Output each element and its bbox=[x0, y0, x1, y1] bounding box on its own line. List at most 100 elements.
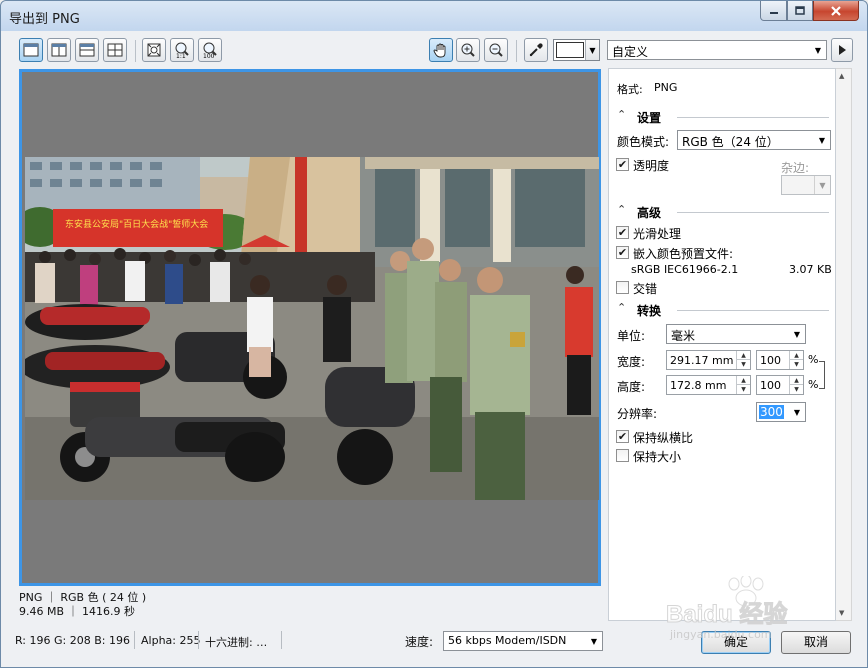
eyedropper-button[interactable] bbox=[524, 38, 548, 62]
preview-info-size: 9.46 MB ｜ 1416.9 秒 bbox=[19, 605, 136, 618]
spin-down-icon[interactable]: ▼ bbox=[789, 360, 803, 369]
speed-dropdown[interactable]: 56 kbps Modem/ISDN ▼ bbox=[443, 631, 603, 651]
single-view-button[interactable] bbox=[19, 38, 43, 62]
width-percent-input[interactable]: 100 ▲ ▼ bbox=[756, 350, 804, 370]
rgb-readout: R: 196 G: 208 B: 196 bbox=[15, 634, 130, 647]
keep-aspect-checkbox[interactable]: ✔ bbox=[616, 430, 629, 443]
settings-scrollbar[interactable]: ▲ ▼ bbox=[836, 68, 852, 621]
width-input[interactable]: 291.17 mm ▲ ▼ bbox=[666, 350, 751, 370]
split-horizontal-view-button[interactable] bbox=[75, 38, 99, 62]
toolbar-separator bbox=[516, 40, 517, 62]
scroll-up-icon[interactable]: ▲ bbox=[839, 72, 844, 80]
spin-up-icon[interactable]: ▲ bbox=[789, 351, 803, 360]
maximize-icon bbox=[795, 6, 805, 15]
unit-dropdown[interactable]: 毫米 ▼ bbox=[666, 324, 806, 344]
maximize-button[interactable] bbox=[787, 1, 813, 21]
split-horizontal-icon bbox=[79, 43, 95, 57]
zoom-fit-icon bbox=[147, 43, 161, 57]
width-label: 宽度: bbox=[617, 355, 646, 369]
spin-down-icon[interactable]: ▼ bbox=[789, 385, 803, 394]
color-swatch bbox=[556, 42, 584, 58]
chevron-down-icon: ▼ bbox=[814, 45, 822, 55]
close-icon bbox=[831, 5, 841, 16]
matte-label: 杂边: bbox=[781, 161, 810, 175]
zoom-in-button[interactable] bbox=[456, 38, 480, 62]
split-vertical-icon bbox=[51, 43, 67, 57]
width-percent-value: 100 bbox=[760, 354, 781, 367]
chevron-down-icon: ▼ bbox=[585, 40, 599, 60]
advanced-section-header[interactable]: ⌃ 高级 bbox=[617, 203, 829, 220]
unit-value: 毫米 bbox=[671, 329, 696, 343]
photo-scene: 东安县公安局"百日大会战"誓师大会 bbox=[25, 157, 599, 500]
matte-color-dropdown[interactable]: ▼ bbox=[781, 175, 831, 195]
height-percent-input[interactable]: 100 ▲ ▼ bbox=[756, 375, 804, 395]
scroll-down-icon[interactable]: ▼ bbox=[839, 609, 844, 617]
zoom-out-button[interactable] bbox=[484, 38, 508, 62]
cancel-button[interactable]: 取消 bbox=[781, 631, 851, 654]
title-bar[interactable]: 导出到 PNG bbox=[1, 1, 867, 31]
speed-label: 速度: bbox=[405, 635, 434, 649]
chevron-down-icon: ▼ bbox=[814, 176, 830, 194]
single-preview-icon bbox=[23, 43, 39, 57]
settings-section-header[interactable]: ⌃ 设置 bbox=[617, 108, 829, 125]
height-percent-symbol: % bbox=[808, 378, 819, 391]
smoothing-checkbox[interactable]: ✔ bbox=[616, 226, 629, 239]
section-divider bbox=[677, 212, 829, 213]
preset-value: 自定义 bbox=[612, 45, 649, 59]
width-percent-symbol: % bbox=[808, 353, 819, 366]
zoom-100-icon: 100 bbox=[203, 42, 217, 59]
zoom-1to1-button[interactable]: 1:1 bbox=[170, 38, 194, 62]
embed-profile-checkbox[interactable]: ✔ bbox=[616, 246, 629, 259]
spin-down-icon[interactable]: ▼ bbox=[736, 360, 750, 369]
spin-up-icon[interactable]: ▲ bbox=[736, 376, 750, 385]
advanced-section-title: 高级 bbox=[637, 206, 662, 220]
collapse-chevron-icon: ⌃ bbox=[617, 203, 627, 216]
svg-text:1:1: 1:1 bbox=[176, 53, 186, 59]
speed-value: 56 kbps Modem/ISDN bbox=[448, 634, 567, 647]
preview-image: 东安县公安局"百日大会战"誓师大会 bbox=[25, 157, 599, 500]
preset-dropdown[interactable]: 自定义 ▼ bbox=[607, 40, 827, 60]
status-separator bbox=[198, 631, 199, 649]
width-value: 291.17 mm bbox=[670, 354, 734, 367]
settings-section-title: 设置 bbox=[637, 111, 662, 125]
transparency-label: 透明度 bbox=[633, 159, 670, 173]
height-label: 高度: bbox=[617, 380, 646, 394]
color-mode-dropdown[interactable]: RGB 色（24 位） ▼ bbox=[677, 130, 831, 150]
spin-down-icon[interactable]: ▼ bbox=[736, 385, 750, 394]
ok-button[interactable]: 确定 bbox=[701, 631, 771, 654]
quad-view-button[interactable] bbox=[103, 38, 127, 62]
interlace-label: 交错 bbox=[633, 282, 658, 296]
svg-text:100: 100 bbox=[203, 53, 215, 59]
transparency-checkbox[interactable]: ✔ bbox=[616, 158, 629, 171]
transform-section-header[interactable]: ⌃ 转换 bbox=[617, 301, 829, 318]
interlace-checkbox[interactable] bbox=[616, 281, 629, 294]
keep-size-checkbox[interactable] bbox=[616, 449, 629, 462]
resolution-label: 分辨率: bbox=[617, 407, 658, 421]
chevron-down-icon: ▼ bbox=[818, 135, 826, 145]
resolution-dropdown[interactable]: 300 ▼ bbox=[756, 402, 806, 422]
spin-up-icon[interactable]: ▲ bbox=[736, 351, 750, 360]
zoom-in-icon bbox=[461, 43, 475, 57]
spin-up-icon[interactable]: ▲ bbox=[789, 376, 803, 385]
chevron-down-icon: ▼ bbox=[590, 636, 598, 646]
play-arrow-icon bbox=[839, 45, 846, 55]
minimize-button[interactable] bbox=[760, 1, 787, 21]
close-button[interactable] bbox=[813, 1, 859, 21]
fit-to-window-button[interactable] bbox=[142, 38, 166, 62]
quad-view-icon bbox=[107, 43, 123, 57]
resolution-value[interactable]: 300 bbox=[759, 405, 784, 419]
pan-tool-button[interactable] bbox=[429, 38, 453, 62]
export-png-dialog: 导出到 PNG 1:1 100 ▼ 自定义 ▼ 东安县公安局"百日大会战"誓师大… bbox=[0, 0, 868, 668]
split-vertical-view-button[interactable] bbox=[47, 38, 71, 62]
chevron-down-icon: ▼ bbox=[793, 407, 801, 417]
collapse-chevron-icon: ⌃ bbox=[617, 301, 627, 314]
height-input[interactable]: 172.8 mm ▲ ▼ bbox=[666, 375, 751, 395]
color-swatch-dropdown[interactable]: ▼ bbox=[553, 39, 600, 61]
zoom-100-button[interactable]: 100 bbox=[198, 38, 222, 62]
color-mode-label: 颜色模式: bbox=[617, 135, 670, 149]
chevron-down-icon: ▼ bbox=[793, 329, 801, 339]
aspect-link-bracket[interactable] bbox=[819, 361, 825, 389]
profile-size: 3.07 KB bbox=[789, 263, 832, 276]
preview-pane[interactable]: 东安县公安局"百日大会战"誓师大会 bbox=[19, 69, 601, 586]
preset-menu-button[interactable] bbox=[831, 38, 853, 62]
